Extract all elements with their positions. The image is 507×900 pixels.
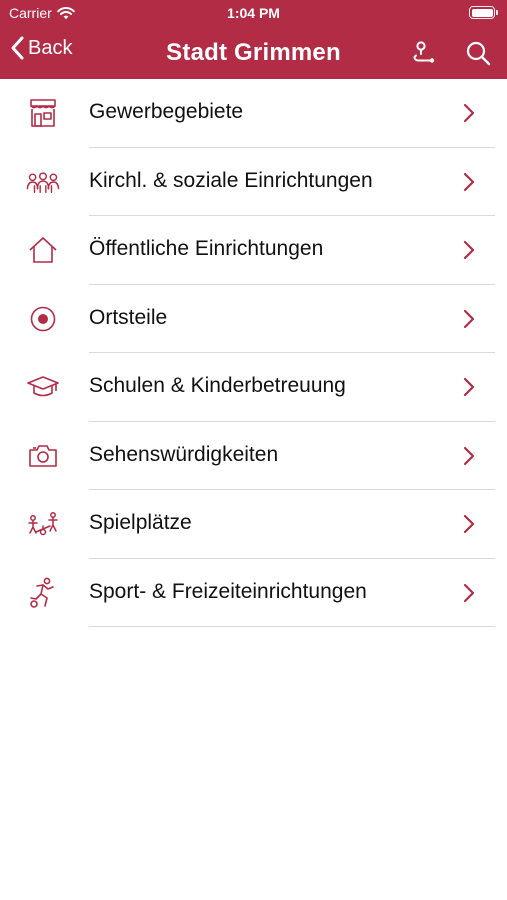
list-item-label: Sport- & Freizeiteinrichtungen [89,579,367,603]
chevron-right-icon [463,377,475,397]
storefront-icon [26,97,60,129]
back-button[interactable]: Back [10,36,72,60]
chevron-right-icon [463,172,475,191]
chevron-right-icon [463,240,475,260]
search-button[interactable] [463,38,493,68]
chevron-left-icon [11,36,24,60]
header-bar: Carrier 1:04 PM Back Stadt Grimmen [0,0,507,79]
route-button[interactable] [409,38,439,68]
list-item-sehenswuerdigkeiten[interactable]: Sehenswürdigkeiten [0,422,507,490]
list-item-gewerbegebiete[interactable]: Gewerbegebiete [0,79,507,148]
back-label: Back [28,36,73,59]
house-icon [26,234,60,266]
list-item-ortsteile[interactable]: Ortsteile [0,285,507,353]
chevron-right-icon [463,514,475,534]
chevron-right-icon [463,446,475,465]
list-item-schulen-kinderbetreuung[interactable]: Schulen & Kinderbetreuung [0,353,507,422]
status-bar: Carrier 1:04 PM [0,0,507,28]
camera-icon [26,440,60,472]
category-list: Gewerbegebiete Kirchl. & soziale Einrich… [0,79,507,627]
chevron-right-icon [463,103,475,123]
list-item-oeffentliche-einrichtungen[interactable]: Öffentliche Einrichtungen [0,216,507,285]
list-item-label: Öffentliche Einrichtungen [89,237,324,260]
search-icon [466,41,491,66]
list-item-kirchl-soziale-einrichtungen[interactable]: Kirchl. & soziale Einrichtungen [0,148,507,216]
list-item-label: Gewerbegebiete [89,100,244,123]
list-item-label: Sehenswürdigkeiten [89,442,279,466]
chevron-right-icon [463,583,475,602]
location-dot-icon [26,303,60,335]
separator [89,626,495,627]
list-item-label: Spielplätze [89,511,192,534]
list-item-spielplaetze[interactable]: Spielplätze [0,490,507,559]
list-item-label: Kirchl. & soziale Einrichtungen [89,168,373,192]
playground-icon [26,508,60,540]
battery-icon [469,6,498,19]
list-item-sport-freizeiteinrichtungen[interactable]: Sport- & Freizeiteinrichtungen [0,559,507,627]
list-item-label: Schulen & Kinderbetreuung [89,374,346,397]
chevron-right-icon [463,309,475,328]
list-item-label: Ortsteile [89,305,168,329]
status-time: 1:04 PM [227,5,280,21]
graduation-cap-icon [26,371,60,403]
sport-runner-icon [26,577,60,609]
navigation-bar: Back Stadt Grimmen [0,28,507,79]
people-group-icon [26,166,60,198]
route-icon [413,41,435,63]
